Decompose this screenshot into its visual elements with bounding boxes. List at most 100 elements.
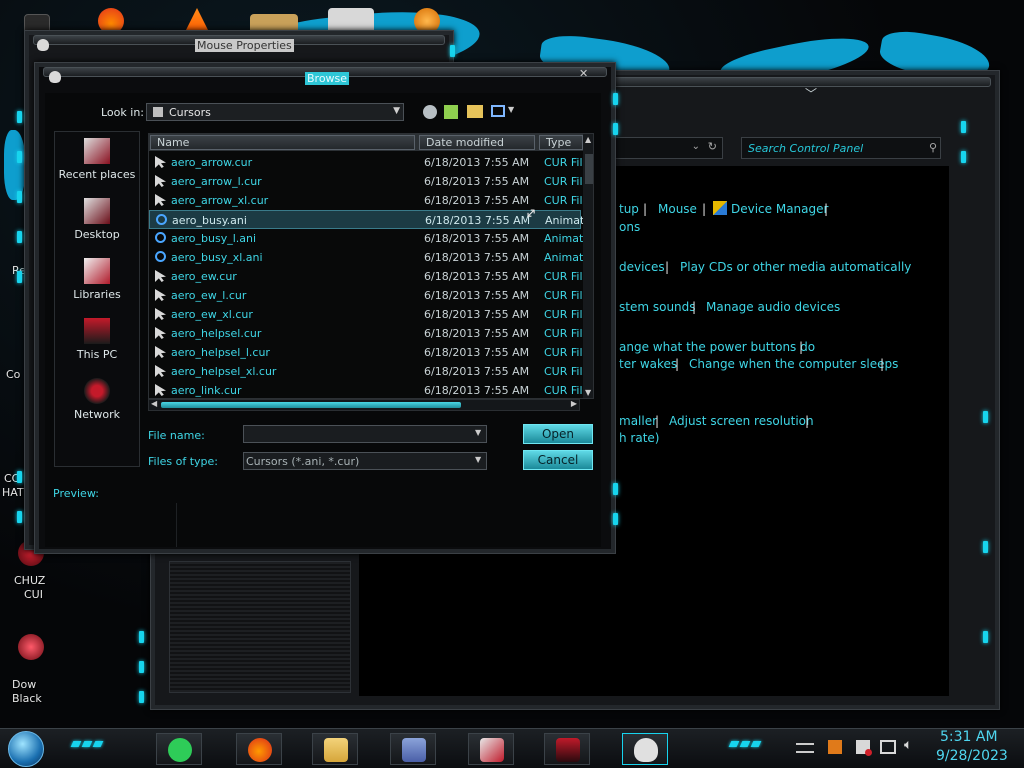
table-row[interactable]: aero_busy_l.ani 6/18/2013 7:55 AM Animated: [149, 229, 584, 248]
close-icon[interactable]: ✕: [579, 67, 588, 80]
file-name-input[interactable]: [243, 425, 487, 443]
taskbar-app-game[interactable]: [544, 733, 590, 765]
taskbar-app-file-explorer[interactable]: [312, 733, 358, 765]
files-of-type-dropdown[interactable]: Cursors (*.ani, *.cur): [243, 452, 487, 470]
scroll-left-icon[interactable]: ◀: [151, 399, 157, 408]
table-row[interactable]: aero_ew_l.cur 6/18/2013 7:55 AM CUR File: [149, 286, 584, 305]
up-folder-icon[interactable]: [444, 105, 458, 119]
link-devices[interactable]: devices: [619, 260, 665, 274]
horizontal-scrollbar[interactable]: ◀ ▶: [148, 399, 580, 411]
folder-icon: [153, 107, 163, 117]
column-header-type[interactable]: Type: [539, 135, 583, 150]
desktop-icon-label[interactable]: Black: [12, 692, 42, 705]
back-icon[interactable]: [423, 105, 437, 119]
chevron-down-icon[interactable]: ⌄: [692, 141, 700, 152]
taskbar-app-spotify[interactable]: [156, 733, 202, 765]
vertical-scrollbar[interactable]: ▲ ▼: [583, 134, 593, 398]
flag-icon[interactable]: [856, 740, 872, 756]
scroll-down-icon[interactable]: ▼: [585, 388, 591, 397]
place-network[interactable]: Network: [55, 378, 139, 421]
link-autoplay[interactable]: Play CDs or other media automatically: [680, 260, 911, 274]
column-header-name[interactable]: Name: [150, 135, 415, 150]
scroll-thumb[interactable]: [585, 154, 593, 184]
chevron-down-icon[interactable]: ﹀: [805, 85, 817, 102]
recent-places-icon: [84, 138, 110, 164]
table-row[interactable]: aero_busy_xl.ani 6/18/2013 7:55 AM Animate…: [149, 248, 584, 267]
scroll-thumb[interactable]: [161, 402, 461, 408]
link-screen-resolution[interactable]: Adjust screen resolution: [669, 414, 814, 428]
cancel-button[interactable]: Cancel: [523, 450, 593, 470]
file-name-cell: aero_busy.ani: [172, 214, 247, 227]
chevron-down-icon[interactable]: ▼: [508, 105, 514, 114]
start-button[interactable]: [8, 731, 44, 767]
file-list[interactable]: Name Date modified Type aero_arrow.cur 6/…: [148, 133, 594, 399]
cursor-file-icon: [155, 156, 166, 168]
view-menu-icon[interactable]: [491, 105, 505, 117]
volume-icon[interactable]: 🔈︎: [904, 737, 912, 753]
clock-time[interactable]: 5:31 AM: [940, 729, 998, 745]
show-hidden-icons-icon[interactable]: [796, 743, 814, 753]
place-libraries[interactable]: Libraries: [55, 258, 139, 301]
link-refresh-rate[interactable]: h rate): [619, 431, 659, 445]
address-bar[interactable]: ⌄ ↻: [609, 137, 723, 159]
link-computer-sleeps[interactable]: Change when the computer sleeps: [689, 357, 898, 371]
link-options[interactable]: ons: [619, 220, 640, 234]
scroll-right-icon[interactable]: ▶: [571, 399, 577, 408]
place-label: Recent places: [58, 168, 136, 181]
table-row[interactable]: aero_link.cur 6/18/2013 7:55 AM CUR File: [149, 381, 584, 398]
search-input[interactable]: Search Control Panel: [741, 137, 941, 159]
table-row[interactable]: aero_arrow_l.cur 6/18/2013 7:55 AM CUR Fil…: [149, 172, 584, 191]
search-icon[interactable]: ⚲: [929, 141, 937, 154]
clock-date[interactable]: 9/28/2023: [936, 748, 1008, 764]
desktop-icon-label[interactable]: HAT: [2, 486, 24, 499]
table-row[interactable]: aero_busy.ani 6/18/2013 7:55 AM Animated: [149, 210, 585, 229]
file-date-cell: 6/18/2013 7:55 AM: [424, 384, 530, 397]
taskbar-app-control-panel[interactable]: [390, 733, 436, 765]
link-device-manager[interactable]: Device Manager: [731, 202, 828, 216]
table-row[interactable]: aero_ew.cur 6/18/2013 7:55 AM CUR File: [149, 267, 584, 286]
chevron-down-icon[interactable]: ▼: [475, 455, 481, 464]
open-button[interactable]: Open: [523, 424, 593, 444]
dialog-title: Browse: [305, 72, 350, 85]
table-row[interactable]: aero_arrow.cur 6/18/2013 7:55 AM CUR File: [149, 153, 584, 172]
new-folder-icon[interactable]: [467, 105, 483, 118]
link-power-buttons[interactable]: ange what the power buttons do: [619, 340, 815, 354]
link-mouse[interactable]: Mouse: [658, 202, 697, 216]
chevron-down-icon[interactable]: ▼: [393, 106, 400, 116]
table-row[interactable]: aero_helpsel_l.cur 6/18/2013 7:55 AM CUR F…: [149, 343, 584, 362]
animated-cursor-file-icon: [156, 214, 167, 225]
table-row[interactable]: aero_ew_xl.cur 6/18/2013 7:55 AM CUR File: [149, 305, 584, 324]
desktop-icon-label[interactable]: Co: [6, 368, 20, 381]
link-manage-audio-devices[interactable]: Manage audio devices: [706, 300, 840, 314]
look-in-dropdown[interactable]: Cursors ▼: [146, 103, 404, 121]
link-system-sounds[interactable]: stem sounds: [619, 300, 696, 314]
frame-accent: [983, 631, 988, 643]
table-row[interactable]: aero_helpsel_xl.cur 6/18/2013 7:55 AM CUR …: [149, 362, 584, 381]
desktop-icon-label[interactable]: CUI: [24, 588, 43, 601]
chevron-down-icon[interactable]: ▼: [475, 428, 481, 437]
column-header-date[interactable]: Date modified: [419, 135, 535, 150]
notification-app-icon[interactable]: [828, 740, 842, 754]
taskbar-app-photo-viewer[interactable]: [468, 733, 514, 765]
table-row[interactable]: aero_helpsel.cur 6/18/2013 7:55 AM CUR Fil…: [149, 324, 584, 343]
place-recent[interactable]: Recent places: [55, 138, 139, 181]
place-this-pc[interactable]: This PC: [55, 318, 139, 361]
link-wakes[interactable]: ter wakes: [619, 357, 677, 371]
taskbar-app-mouse-settings[interactable]: [622, 733, 668, 765]
file-explorer-icon: [324, 738, 348, 762]
desktop-icon-label[interactable]: CHUZ: [14, 574, 45, 587]
refresh-icon[interactable]: ↻: [708, 140, 717, 153]
link-autoplay-setup[interactable]: tup: [619, 202, 639, 216]
place-desktop[interactable]: Desktop: [55, 198, 139, 241]
scroll-up-icon[interactable]: ▲: [585, 135, 591, 144]
network-icon[interactable]: [880, 740, 896, 754]
table-row[interactable]: aero_arrow_xl.cur 6/18/2013 7:55 AM CUR Fi…: [149, 191, 584, 210]
frame-accent: [17, 471, 22, 483]
link-smaller[interactable]: maller: [619, 414, 657, 428]
browse-dialog[interactable]: Browse ✕ Look in: Cursors ▼ ▼ Recent pla…: [34, 62, 618, 554]
desktop-icon-label[interactable]: Dow: [12, 678, 36, 691]
file-name-cell: aero_busy_l.ani: [171, 232, 257, 245]
download-app-icon[interactable]: [18, 634, 44, 660]
window-title: Mouse Properties: [195, 39, 294, 52]
taskbar-app-firefox[interactable]: [236, 733, 282, 765]
